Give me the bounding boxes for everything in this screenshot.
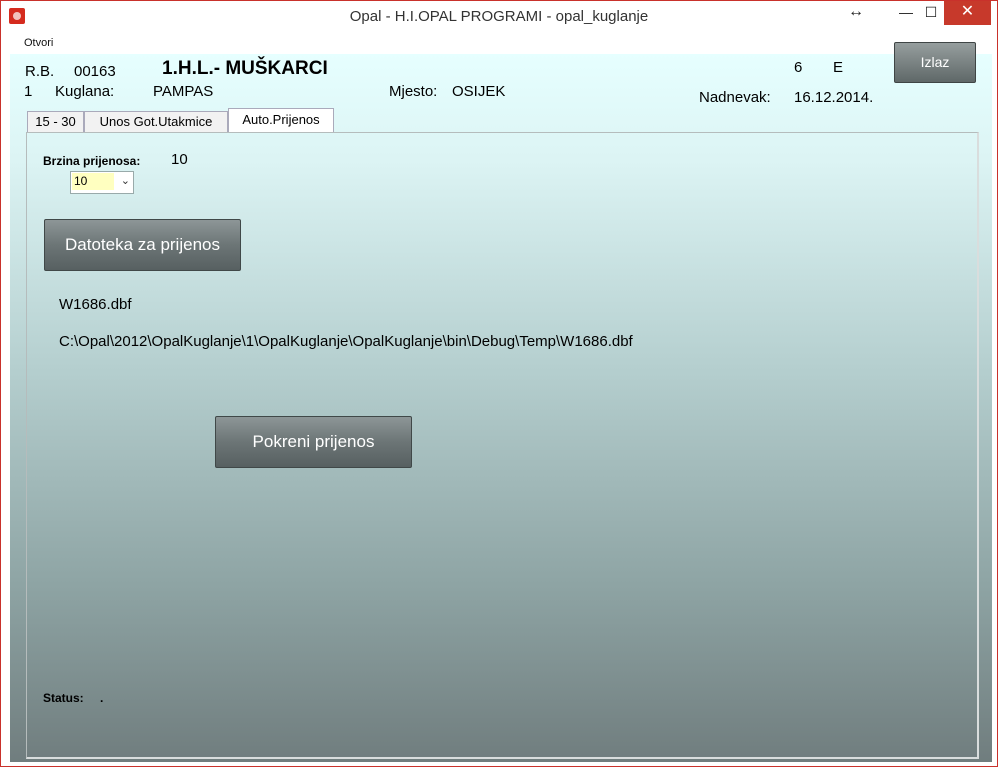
speed-value: 10 (171, 151, 188, 168)
round-number: 6 (794, 59, 803, 76)
start-transfer-button[interactable]: Pokreni prijenos (215, 416, 412, 468)
close-button[interactable]: ✕ (944, 1, 991, 25)
tab-auto-prijenos[interactable]: Auto.Prijenos (228, 108, 334, 133)
tab-15-30[interactable]: 15 - 30 (27, 111, 84, 132)
nadnevak-value: 16.12.2014. (794, 89, 874, 106)
group-letter: E (833, 59, 844, 76)
speed-select-value: 10 (72, 173, 114, 190)
file-path: C:\Opal\2012\OpalKuglanje\1\OpalKuglanje… (59, 333, 633, 350)
main-client-area: R.B. 00163 1.H.L.- MUŠKARCI 6 E Izlaz 1 … (10, 42, 992, 762)
app-window: Opal - H.I.OPAL PROGRAMI - opal_kuglanje… (0, 0, 998, 767)
rb-value: 00163 (74, 63, 116, 80)
rb-label: R.B. (25, 63, 55, 80)
status-label: Status: (43, 691, 84, 705)
tab-unos-got-utakmice[interactable]: Unos Got.Utakmice (84, 111, 228, 132)
speed-label: Brzina prijenosa: (43, 154, 141, 168)
kuglana-label: Kuglana: (55, 83, 115, 100)
file-name: W1686.dbf (59, 296, 132, 313)
maximize-button[interactable]: ☐ (919, 1, 943, 25)
menu-item-otvori[interactable]: Otvori (24, 37, 53, 49)
resize-icon[interactable]: ↔ (846, 1, 866, 25)
file-select-button[interactable]: Datoteka za prijenos (44, 219, 241, 271)
mjesto-value: OSIJEK (452, 83, 506, 100)
speed-select[interactable]: 10 ⌄ (70, 171, 134, 194)
exit-button[interactable]: Izlaz (894, 42, 976, 83)
title-bar[interactable]: Opal - H.I.OPAL PROGRAMI - opal_kuglanje… (1, 1, 997, 32)
auto-prijenos-panel: Brzina prijenosa: 10 10 ⌄ Datoteka za pr… (26, 132, 979, 759)
minimize-button[interactable]: — (894, 1, 918, 25)
menu-bar: Otvori (10, 34, 992, 54)
kuglana-value: PAMPAS (153, 83, 214, 100)
chevron-down-icon[interactable]: ⌄ (121, 172, 130, 191)
nadnevak-label: Nadnevak: (699, 89, 771, 106)
status-value: . (100, 691, 104, 705)
mjesto-label: Mjesto: (389, 83, 438, 100)
row-number: 1 (24, 83, 33, 100)
league-title: 1.H.L.- MUŠKARCI (162, 58, 328, 79)
